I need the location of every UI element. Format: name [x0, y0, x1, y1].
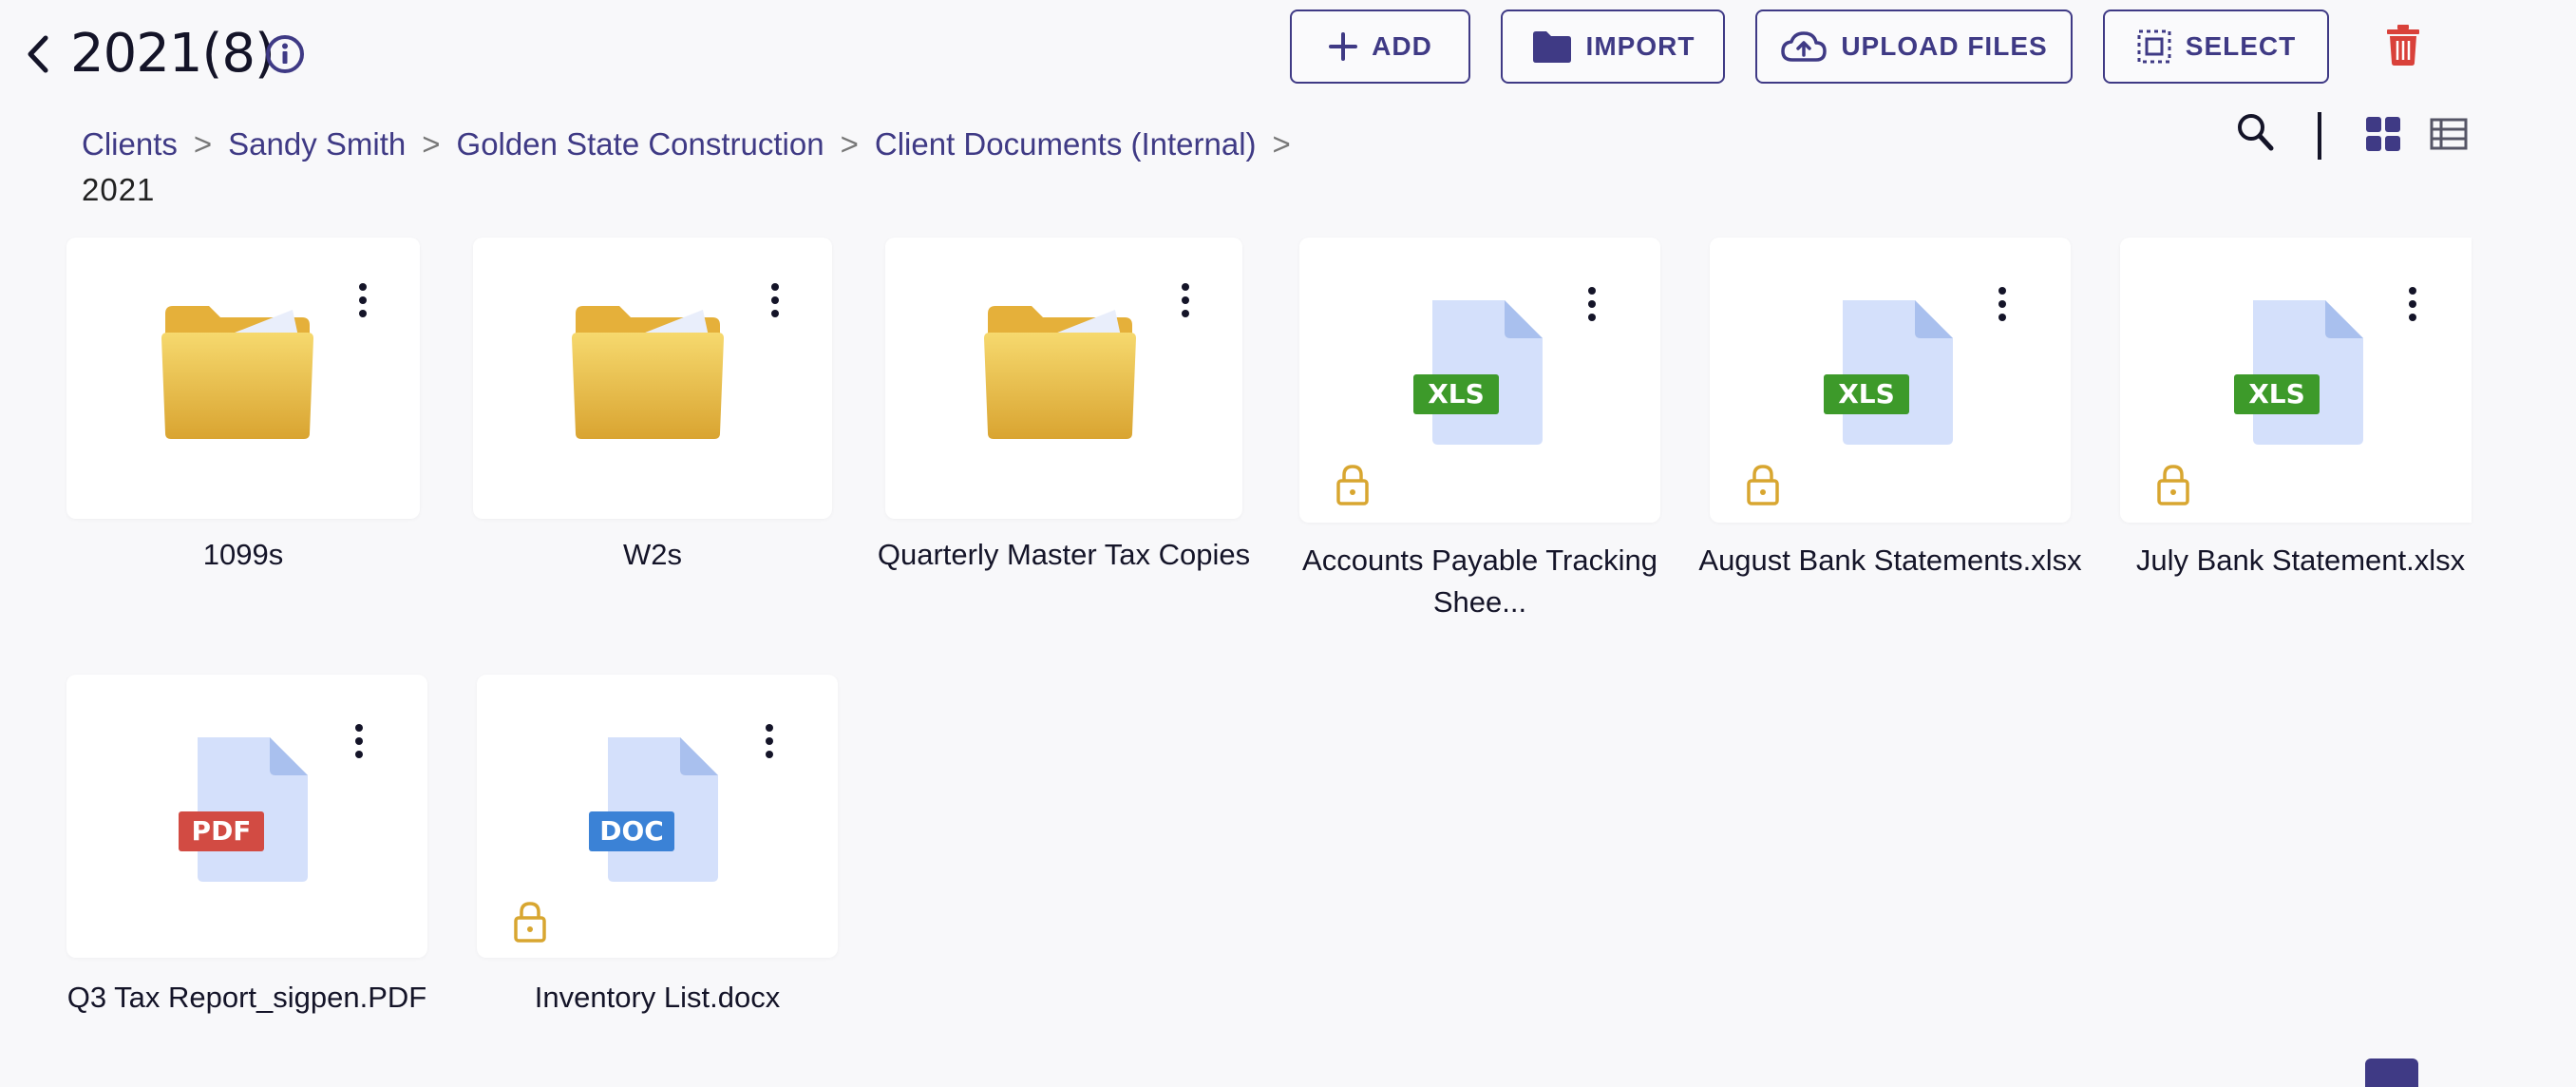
breadcrumb-separator: > [840, 126, 859, 162]
add-button[interactable]: ADD [1290, 10, 1470, 84]
more-options-icon[interactable] [1584, 287, 1600, 325]
search-icon[interactable] [2236, 112, 2274, 152]
tile-label: August Bank Statements.xlsx [1698, 544, 2082, 577]
lock-icon [2157, 465, 2189, 505]
more-options-icon[interactable] [767, 283, 783, 321]
import-button-label: IMPORT [1585, 31, 1695, 61]
breadcrumb-link-company[interactable]: Golden State Construction [457, 126, 824, 162]
tile-label: Inventory List.docx [534, 981, 781, 1014]
tile-label: Quarterly Master Tax Copies [877, 538, 1251, 571]
info-icon[interactable] [264, 33, 306, 75]
svg-text:PDF: PDF [192, 815, 252, 847]
more-options-icon[interactable] [762, 724, 777, 762]
breadcrumb-separator: > [422, 126, 441, 162]
breadcrumb-separator: > [193, 126, 213, 162]
svg-text:XLS: XLS [2248, 378, 2305, 410]
breadcrumb-separator: > [1272, 126, 1291, 162]
scroll-to-top-button[interactable] [2365, 1058, 2418, 1087]
folder-icon [161, 306, 313, 439]
spreadsheet-file-icon: XLS [1824, 300, 1953, 445]
cloud-upload-icon [1781, 31, 1828, 62]
grid-view-icon[interactable] [2365, 116, 2401, 152]
svg-text:XLS: XLS [1838, 378, 1895, 410]
folder-icon [572, 306, 724, 439]
svg-text:XLS: XLS [1428, 378, 1485, 410]
more-options-icon[interactable] [2405, 287, 2420, 325]
folder-icon [1532, 31, 1571, 63]
breadcrumb-link-folder[interactable]: Client Documents (Internal) [875, 126, 1257, 162]
upload-files-button-label: UPLOAD FILES [1841, 31, 2048, 61]
folder-icon [984, 306, 1136, 439]
lock-icon [1747, 465, 1779, 505]
upload-files-button[interactable]: UPLOAD FILES [1755, 10, 2073, 84]
tile-label: July Bank Statement.xlsx [2135, 544, 2466, 577]
tile-label: Accounts Payable Tracking Shee... [1302, 544, 1657, 619]
more-options-icon[interactable] [1995, 287, 2010, 325]
tile-label: Q3 Tax Report_sigpen.PDF [66, 981, 427, 1014]
select-icon [2137, 29, 2171, 64]
pdf-file-icon: PDF [179, 737, 308, 882]
lock-icon [1336, 465, 1369, 505]
breadcrumb: Clients > Sandy Smith > Golden State Constru… [82, 122, 1392, 213]
breadcrumb-link-client[interactable]: Sandy Smith [228, 126, 406, 162]
tile-label: 1099s [202, 538, 284, 571]
doc-file-icon: DOC [589, 737, 718, 882]
breadcrumb-current: 2021 [82, 172, 156, 207]
lock-icon [514, 902, 546, 943]
list-view-icon[interactable] [2430, 118, 2468, 150]
more-options-icon[interactable] [355, 283, 370, 321]
spreadsheet-file-icon: XLS [2234, 300, 2363, 445]
trash-icon[interactable] [2384, 23, 2422, 67]
spreadsheet-file-icon: XLS [1413, 300, 1543, 445]
page-title: 2021(8) [70, 23, 275, 85]
toolbar-divider [2318, 112, 2321, 160]
more-options-icon[interactable] [351, 724, 367, 762]
import-button[interactable]: IMPORT [1501, 10, 1725, 84]
tile-label: W2s [623, 538, 682, 571]
plus-icon [1329, 32, 1358, 61]
svg-text:DOC: DOC [599, 815, 664, 847]
select-button[interactable]: SELECT [2103, 10, 2329, 84]
add-button-label: ADD [1372, 31, 1432, 61]
breadcrumb-link-clients[interactable]: Clients [82, 126, 178, 162]
select-button-label: SELECT [2185, 31, 2297, 61]
more-options-icon[interactable] [1178, 283, 1193, 321]
back-chevron-icon[interactable] [25, 30, 53, 78]
